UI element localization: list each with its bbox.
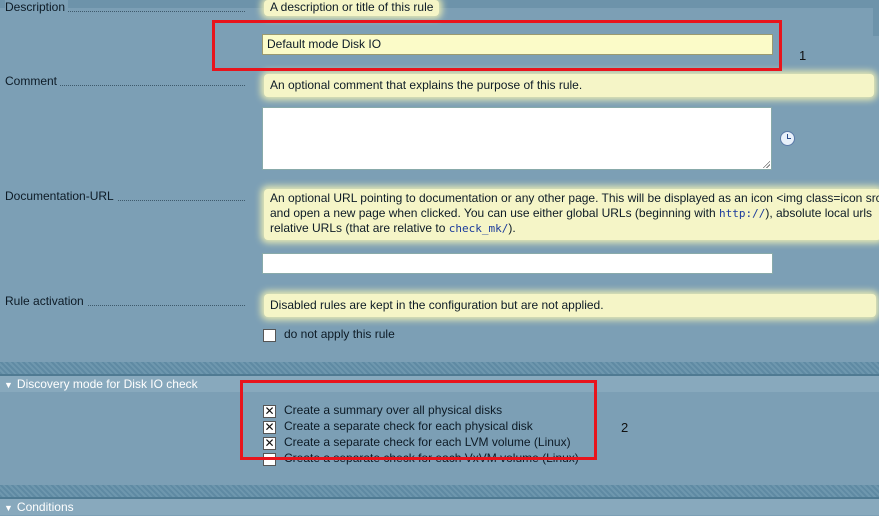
section-separator: [0, 362, 879, 374]
collapse-triangle-icon: ▼: [4, 380, 13, 390]
timestamp-clock-icon[interactable]: [780, 131, 795, 146]
description-label: Description: [5, 0, 245, 14]
annotation-number-2: 2: [621, 420, 629, 435]
documentation-url-label: Documentation-URL: [5, 189, 245, 203]
resize-handle-icon[interactable]: [762, 160, 770, 168]
comment-help: An optional comment that explains the pu…: [264, 74, 874, 97]
comment-label: Comment: [5, 74, 245, 88]
disable-rule-checkbox[interactable]: [263, 329, 276, 342]
comment-textarea[interactable]: [262, 107, 772, 170]
annotation-box-1: [212, 20, 782, 71]
rule-activation-help: Disabled rules are kept in the configura…: [264, 294, 876, 317]
rule-activation-label: Rule activation: [5, 294, 245, 308]
section-separator-2: [0, 485, 879, 497]
annotation-number-1: 1: [799, 48, 807, 63]
documentation-url-input[interactable]: [262, 253, 773, 274]
description-help: A description or title of this rule: [264, 0, 440, 16]
conditions-section-header[interactable]: ▼ Conditions: [0, 497, 879, 515]
annotation-box-2: [240, 380, 597, 460]
collapse-triangle-icon: ▼: [4, 503, 13, 513]
right-edge: [873, 8, 879, 36]
disable-rule-label: do not apply this rule: [284, 327, 395, 341]
documentation-url-help: An optional URL pointing to documentatio…: [264, 189, 879, 240]
